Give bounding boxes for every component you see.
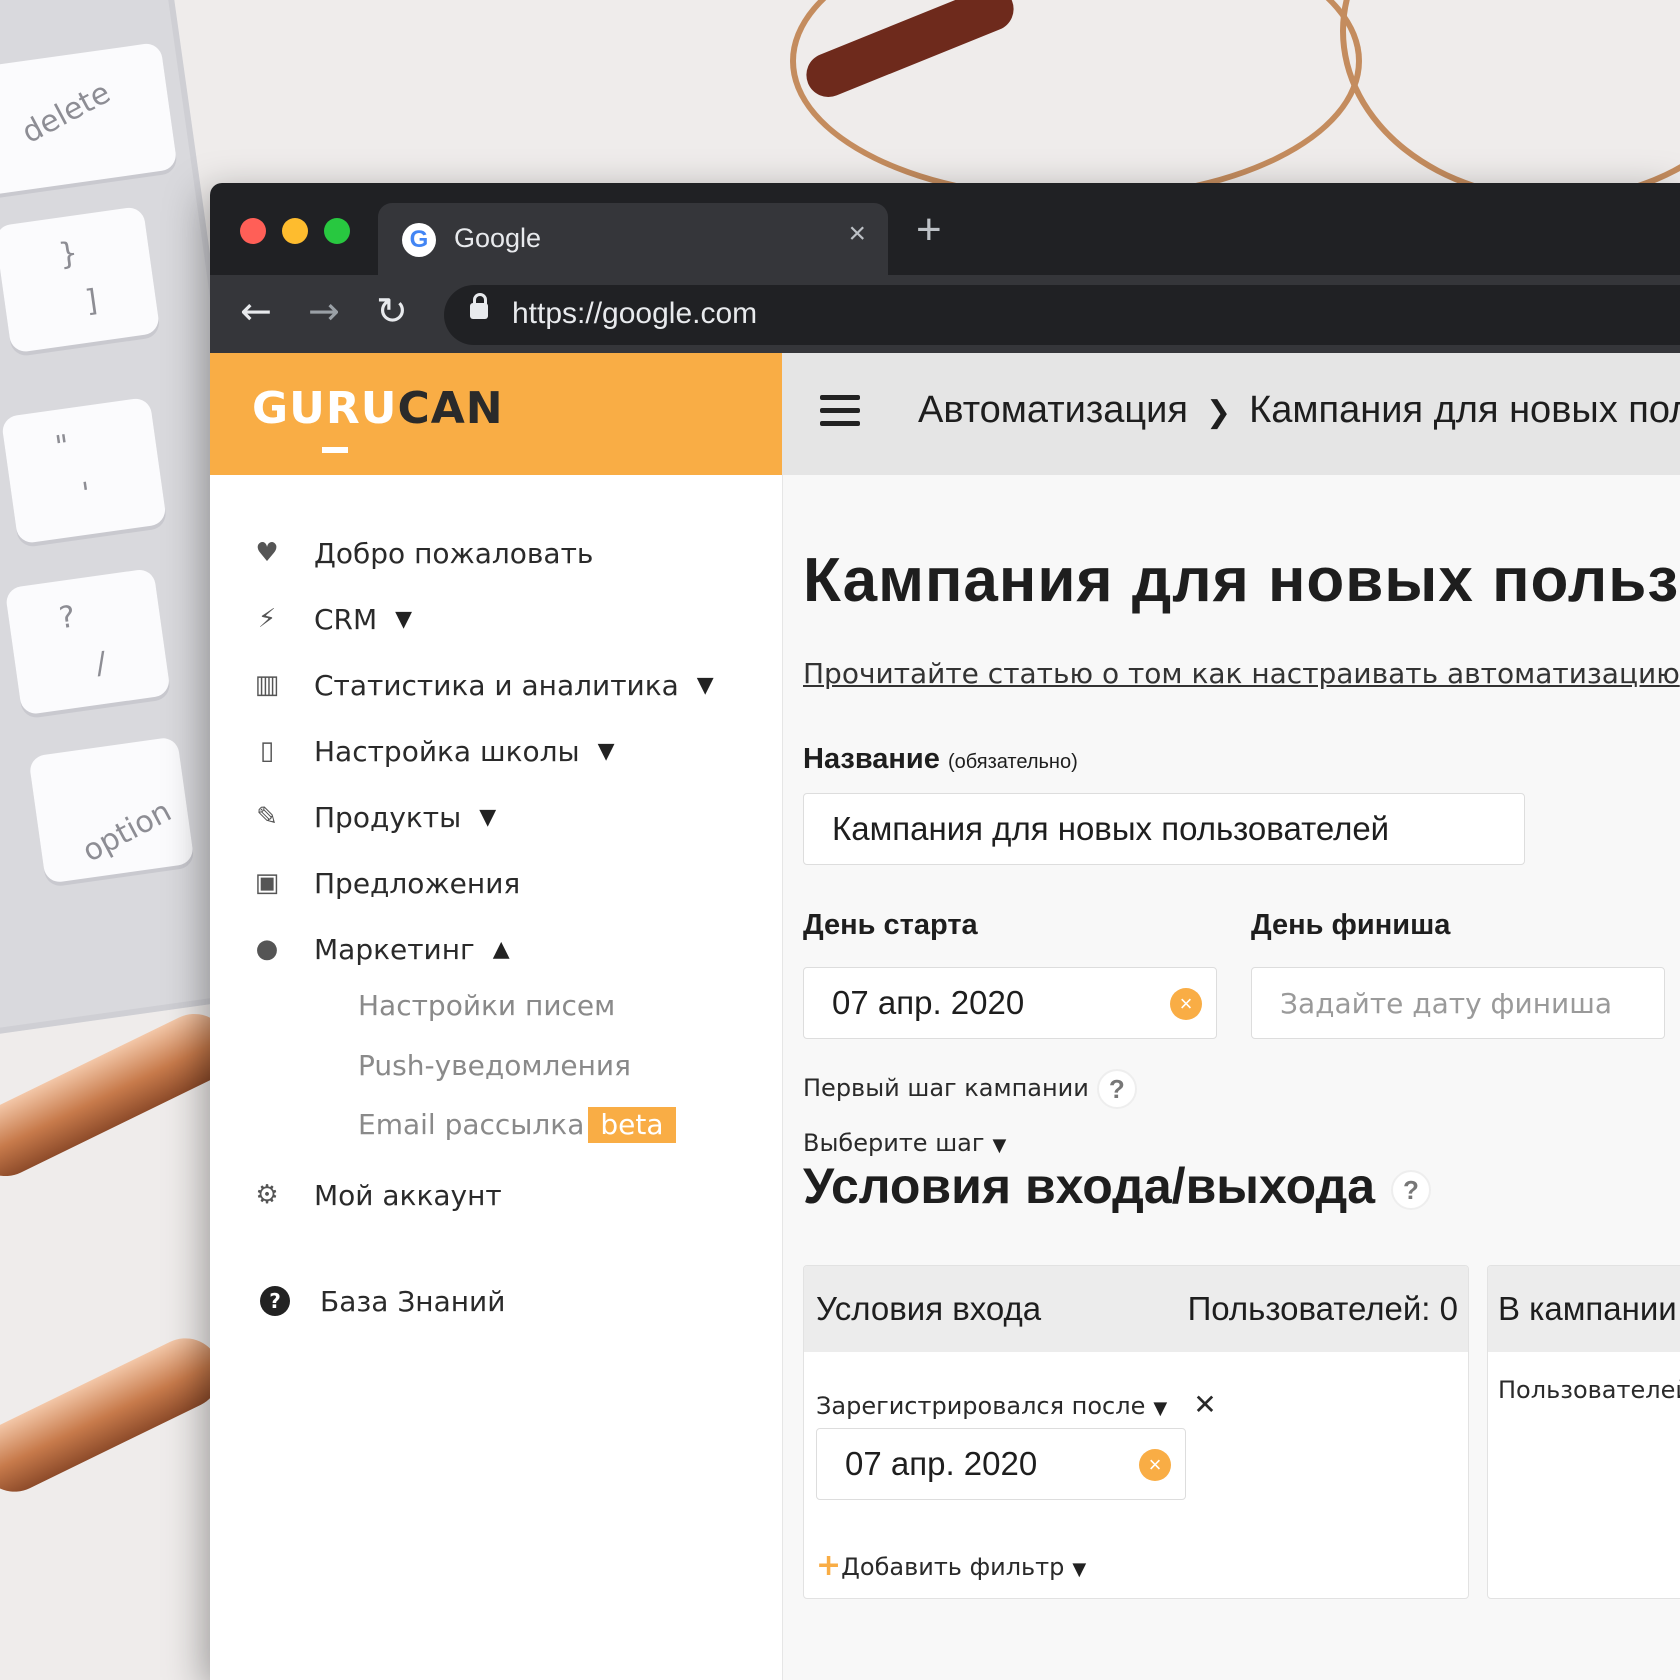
entry-conditions-title: Условия входа	[816, 1290, 1042, 1327]
key-brace: }]	[0, 205, 161, 354]
glasses-lens-image	[1340, 0, 1680, 202]
in-campaign-header: В кампании	[1488, 1266, 1680, 1352]
sidebar-subitem-email-settings[interactable]: Настройки писем	[358, 989, 615, 1022]
browser-window: G Google × + ← → ↻ https://google.com GU…	[210, 183, 1680, 1680]
conditions-heading: Условия входа/выхода?	[803, 1157, 1431, 1215]
clear-icon[interactable]: ×	[1139, 1449, 1171, 1481]
key-option: option	[28, 736, 195, 884]
filter-date-input[interactable]: 07 апр. 2020 ×	[816, 1428, 1186, 1500]
chart-icon: ▥	[254, 670, 280, 700]
name-label: Название (обязательно)	[803, 743, 1078, 775]
chat-icon: ●	[255, 934, 279, 964]
help-icon[interactable]: ?	[1391, 1169, 1431, 1210]
add-filter-button[interactable]: +Добавить фильтр ▼	[816, 1548, 1086, 1583]
gurucan-logo[interactable]: GURUCAN	[252, 383, 504, 453]
start-date-input[interactable]: 07 апр. 2020 ×	[803, 967, 1217, 1039]
address-bar[interactable]: https://google.com	[444, 285, 1680, 345]
question-circle-icon: ?	[260, 1286, 290, 1316]
first-step-select[interactable]: Выберите шаг ▼	[803, 1129, 1006, 1157]
in-campaign-card: В кампании Пользователей	[1487, 1265, 1680, 1599]
caret-down-icon: ▼	[1153, 1398, 1168, 1419]
tab-title: Google	[454, 223, 542, 253]
chevron-up-icon: ▲	[492, 936, 510, 962]
main-content: Кампания для новых пользователей Прочита…	[783, 475, 1680, 1680]
finish-date-input[interactable]: Задайте дату финиша	[1251, 967, 1665, 1039]
first-step-label: Первый шаг кампании?	[803, 1069, 1137, 1109]
logo-area: GURUCAN	[210, 353, 782, 475]
phone-icon: ▯	[259, 736, 275, 766]
finish-day-label: День финиша	[1251, 909, 1451, 941]
heart-icon: ♥	[255, 538, 279, 568]
sidebar-item-crm[interactable]: ⚡ CRM ▼	[250, 599, 412, 639]
help-article-link[interactable]: Прочитайте статью о том как настраивать …	[803, 657, 1680, 690]
gear-icon: ⚙	[255, 1180, 279, 1210]
app-topbar: Автоматизация ❯ Кампания для новых пользов…	[782, 353, 1680, 475]
campaign-name-input[interactable]: Кампания для новых пользователей	[803, 793, 1525, 865]
key-quote: " '	[0, 396, 168, 545]
clear-icon[interactable]: ×	[1170, 988, 1202, 1020]
sidebar: ♥ Добро пожаловать ⚡ CRM ▼ ▥ Статистика …	[210, 475, 783, 1680]
entry-users-count: Пользователей: 0	[1187, 1290, 1458, 1327]
plus-icon: +	[816, 1548, 842, 1583]
hamburger-menu-icon[interactable]	[820, 395, 860, 434]
sidebar-item-products[interactable]: ✎ Продукты ▼	[250, 797, 496, 837]
caret-down-icon: ▼	[992, 1135, 1007, 1156]
google-favicon-icon: G	[402, 223, 436, 257]
help-icon[interactable]: ?	[1096, 1069, 1137, 1109]
breadcrumb: Автоматизация ❯ Кампания для новых пользов…	[918, 389, 1680, 432]
pen-image	[0, 1326, 233, 1504]
sidebar-item-my-account[interactable]: ⚙ Мой аккаунт	[250, 1175, 501, 1215]
url-text: https://google.com	[512, 297, 758, 330]
start-day-label: День старта	[803, 909, 978, 941]
browser-tab[interactable]: G Google ×	[378, 203, 888, 275]
chevron-down-icon: ▼	[597, 738, 615, 764]
sidebar-item-knowledge-base[interactable]: ? База Знаний	[260, 1281, 505, 1321]
window-close-button[interactable]	[240, 218, 266, 244]
chevron-right-icon: ❯	[1206, 395, 1232, 430]
tab-close-icon[interactable]: ×	[848, 217, 866, 251]
filter-select[interactable]: Зарегистрировался после ▼ ✕	[816, 1388, 1217, 1421]
key-delete: delete	[0, 41, 178, 198]
browser-titlebar: G Google × +	[210, 183, 1680, 275]
chevron-down-icon: ▼	[395, 606, 413, 632]
remove-filter-icon[interactable]: ✕	[1193, 1388, 1216, 1421]
sidebar-item-analytics[interactable]: ▥ Статистика и аналитика ▼	[250, 665, 714, 705]
glasses-image	[790, 0, 1362, 202]
bolt-icon: ⚡	[257, 604, 277, 634]
sidebar-item-marketing[interactable]: ● Маркетинг ▲	[250, 929, 510, 969]
sidebar-item-school-settings[interactable]: ▯ Настройка школы ▼	[250, 731, 615, 771]
in-campaign-users: Пользователей	[1498, 1376, 1680, 1404]
forward-arrow-icon[interactable]: →	[308, 289, 340, 333]
sidebar-subitem-push[interactable]: Push-уведомления	[358, 1049, 631, 1082]
breadcrumb-automation[interactable]: Автоматизация	[918, 389, 1188, 431]
reload-icon[interactable]: ↻	[376, 289, 408, 333]
chevron-down-icon: ▼	[479, 804, 497, 830]
new-tab-button[interactable]: +	[916, 205, 942, 255]
beta-badge: beta	[588, 1107, 676, 1143]
sidebar-item-welcome[interactable]: ♥ Добро пожаловать	[250, 533, 593, 573]
window-minimize-button[interactable]	[282, 218, 308, 244]
browser-toolbar: ← → ↻ https://google.com	[210, 275, 1680, 353]
money-icon: ▣	[254, 868, 280, 898]
lock-icon	[470, 293, 488, 319]
entry-conditions-header: Условия входа Пользователей: 0	[804, 1266, 1468, 1352]
chevron-down-icon: ▼	[696, 672, 714, 698]
sidebar-subitem-email-broadcast[interactable]: Email рассылка beta	[358, 1107, 676, 1143]
page-title: Кампания для новых пользователей	[803, 546, 1680, 615]
in-campaign-title: В кампании	[1498, 1290, 1677, 1327]
back-arrow-icon[interactable]: ←	[240, 289, 272, 333]
key-question: ? /	[4, 567, 171, 716]
breadcrumb-campaign: Кампания для новых пользователей	[1249, 389, 1680, 431]
entry-conditions-card: Условия входа Пользователей: 0 Зарегистр…	[803, 1265, 1469, 1599]
window-maximize-button[interactable]	[324, 218, 350, 244]
pencil-icon: ✎	[256, 802, 278, 832]
sidebar-item-offers[interactable]: ▣ Предложения	[250, 863, 521, 903]
caret-down-icon: ▼	[1072, 1559, 1087, 1580]
pen-image	[0, 1002, 242, 1188]
gurucan-app: GURUCAN Автоматизация ❯ Кампания для новых…	[210, 353, 1680, 1680]
